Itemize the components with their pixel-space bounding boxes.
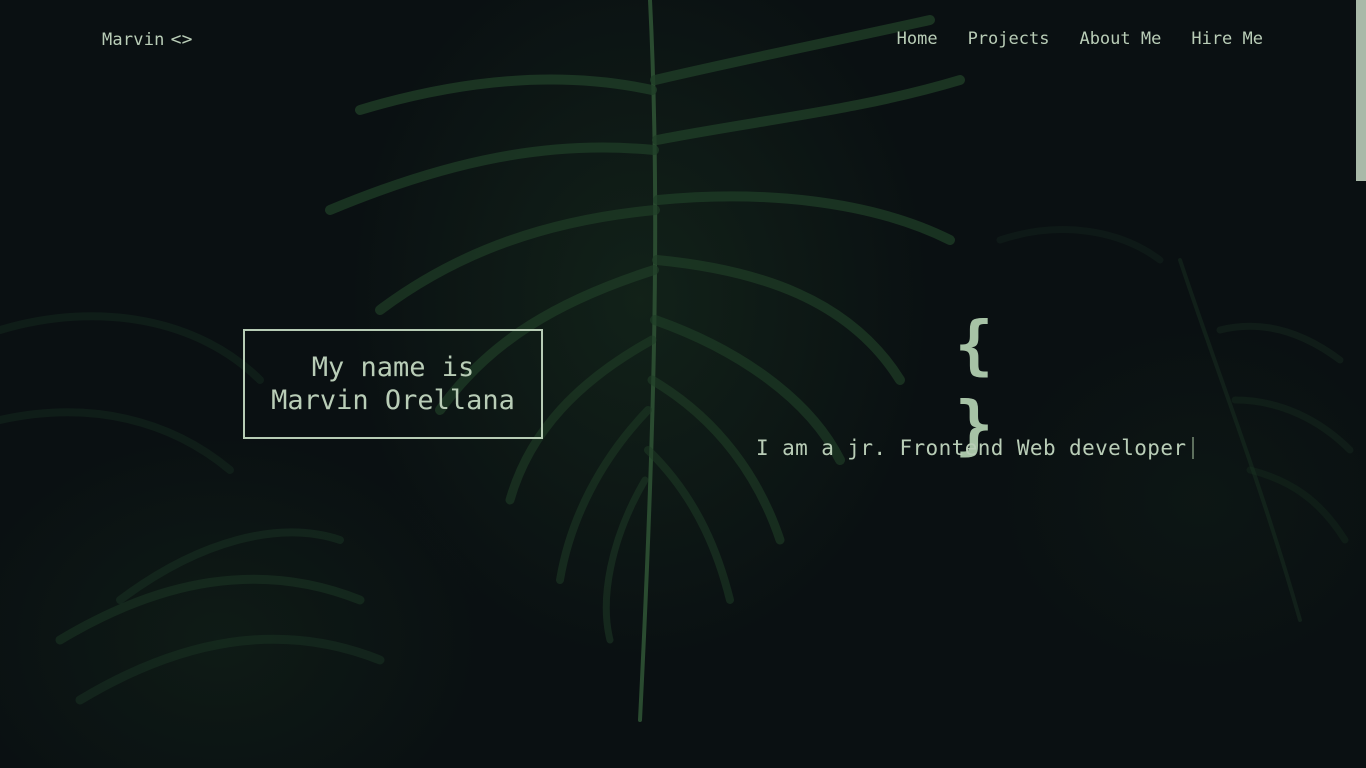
name-intro: My name is [311,352,475,383]
top-navigation: Marvin <> Home Projects About Me Hire Me [0,0,1366,80]
nav-link-about-me[interactable]: About Me [1079,29,1161,49]
nav-link-projects[interactable]: Projects [968,29,1050,49]
landing-page: Marvin <> Home Projects About Me Hire Me… [0,0,1366,768]
page-scrollbar[interactable] [1356,0,1366,768]
full-name: Marvin Orellana [271,385,515,416]
role-tagline: I am a jr. Frontend Web developer [756,436,1195,460]
nav-link-home[interactable]: Home [897,29,938,49]
logo-text: Marvin [102,29,165,50]
scrollbar-thumb[interactable] [1356,0,1366,181]
code-brackets-icon: <> [170,29,193,50]
typing-cursor [1192,437,1195,459]
nav-menu: Home Projects About Me Hire Me [897,29,1263,49]
nav-link-hire-me[interactable]: Hire Me [1191,29,1263,49]
name-card: My name is Marvin Orellana [243,329,543,439]
curly-braces-icon: { } [954,309,994,463]
fern-background-image [0,0,1354,722]
tagline-text: I am a jr. Frontend Web developer [756,436,1187,460]
site-logo[interactable]: Marvin <> [102,29,193,50]
